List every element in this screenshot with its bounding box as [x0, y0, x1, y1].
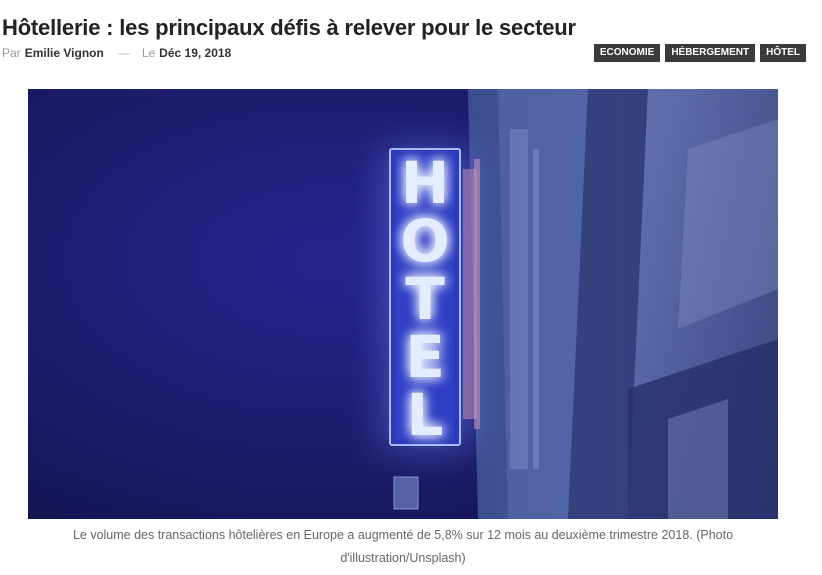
featured-image: H O T E L	[28, 89, 778, 519]
article-meta: Par Emilie Vignon — Le Déc 19, 2018	[2, 46, 231, 60]
author-link[interactable]: Emilie Vignon	[25, 46, 104, 60]
sign-letter-l: L	[407, 381, 444, 449]
meta-separator: —	[117, 46, 130, 60]
article-title: Hôtellerie : les principaux défis à rele…	[2, 14, 576, 40]
image-caption: Le volume des transactions hôtelières en…	[28, 524, 778, 570]
tag-economie[interactable]: ECONOMIE	[593, 44, 661, 62]
tag-hotel[interactable]: HÔTEL	[760, 44, 806, 62]
by-prefix: Par	[2, 46, 21, 60]
tag-hebergement[interactable]: HÉBERGEMENT	[665, 44, 756, 62]
category-tags: ECONOMIE HÉBERGEMENT HÔTEL	[593, 44, 806, 62]
publish-date: Déc 19, 2018	[159, 46, 232, 60]
caption-line-2: d'illustration/Unsplash)	[340, 551, 466, 565]
caption-line-1: Le volume des transactions hôtelières en…	[72, 528, 734, 542]
date-prefix: Le	[141, 46, 156, 60]
